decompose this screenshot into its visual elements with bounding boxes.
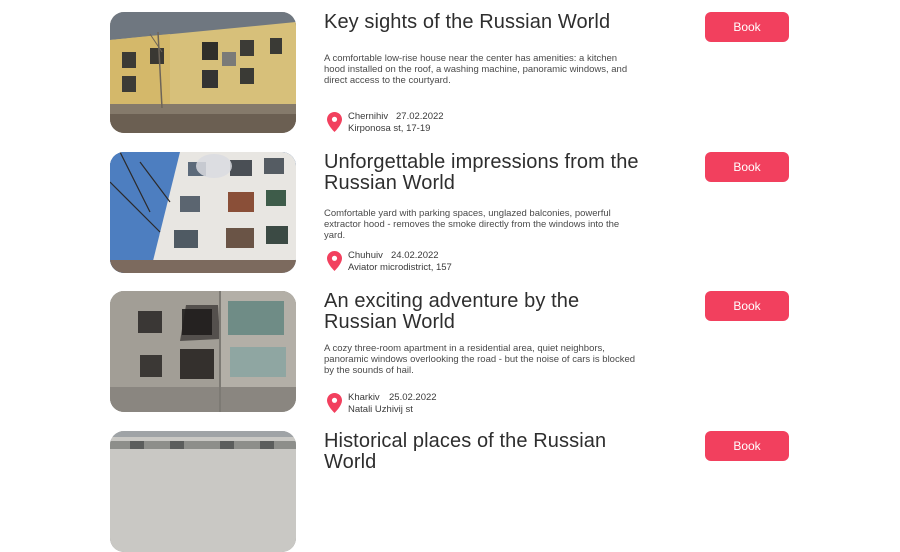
listing-card: Unforgettable impressions from the Russi…	[0, 152, 900, 273]
listing-description: A cozy three-room apartment in a residen…	[324, 343, 636, 377]
listing-photo[interactable]	[110, 12, 296, 133]
listing-date: 27.02.2022	[396, 111, 444, 122]
listing-card: Historical places of the Russian World B…	[0, 431, 900, 552]
location-pin-icon	[327, 251, 342, 271]
location-pin-icon	[327, 112, 342, 132]
listing-card: An exciting adventure by the Russian Wor…	[0, 290, 900, 415]
listing-meta: Chernihiv 27.02.2022 Kirponosa st, 17-19	[327, 111, 647, 137]
listing-card: Key sights of the Russian World A comfor…	[0, 11, 900, 134]
listing-photo[interactable]	[110, 431, 296, 552]
shelled-apartment-photo	[110, 291, 296, 412]
listing-description: A comfortable low-rise house near the ce…	[324, 53, 628, 87]
listing-photo[interactable]	[110, 291, 296, 412]
listing-photo[interactable]	[110, 152, 296, 273]
listing-title: Key sights of the Russian World	[324, 11, 611, 33]
book-button[interactable]: Book	[705, 291, 789, 321]
listing-title: Historical places of the Russian World	[324, 430, 607, 473]
listing-date: 24.02.2022	[391, 250, 439, 261]
listing-address: Aviator microdistrict, 157	[348, 262, 452, 273]
listing-title: Unforgettable impressions from the Russi…	[324, 151, 639, 194]
listing-meta: Chuhuiv 24.02.2022 Aviator microdistrict…	[327, 250, 647, 276]
listing-city: Kharkiv	[348, 392, 380, 403]
location-pin-icon	[327, 393, 342, 413]
listing-meta: Kharkiv 25.02.2022 Natali Uzhivij st	[327, 392, 647, 418]
listing-description: Comfortable yard with parking spaces, un…	[324, 208, 620, 242]
listing-address: Kirponosa st, 17-19	[348, 123, 431, 134]
listing-city: Chuhuiv	[348, 250, 383, 261]
burning-building-photo	[110, 152, 296, 273]
damaged-house-photo	[110, 12, 296, 133]
listing-address: Natali Uzhivij st	[348, 404, 413, 415]
book-button[interactable]: Book	[705, 152, 789, 182]
building-photo	[110, 431, 296, 552]
listing-date: 25.02.2022	[389, 392, 437, 403]
listing-title: An exciting adventure by the Russian Wor…	[324, 290, 580, 333]
listing-city: Chernihiv	[348, 111, 389, 122]
book-button[interactable]: Book	[705, 12, 789, 42]
